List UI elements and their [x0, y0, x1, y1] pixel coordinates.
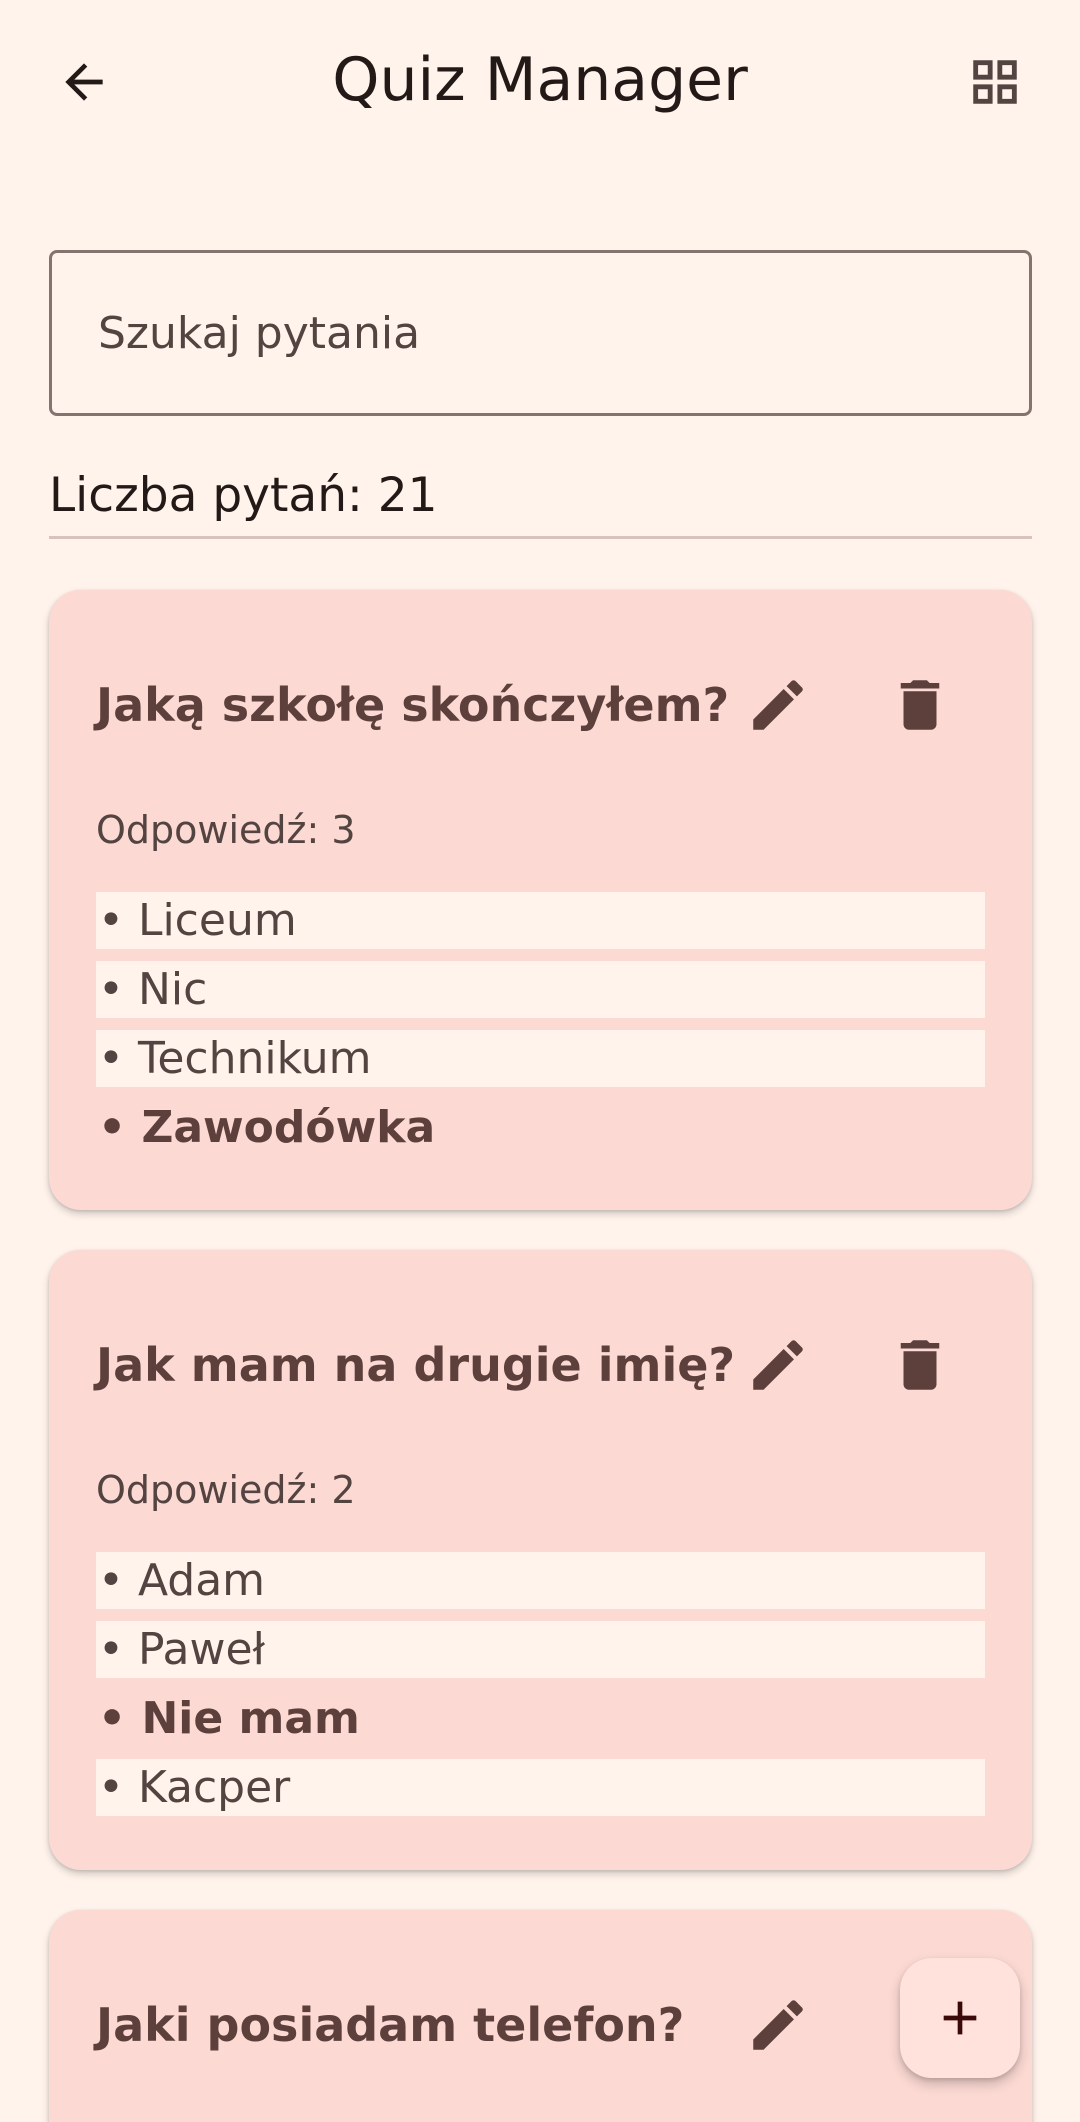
search-input[interactable]: [52, 253, 1029, 413]
option-item: • Kacper: [96, 1759, 985, 1816]
edit-button[interactable]: [733, 1980, 823, 2070]
question-count: Liczba pytań: 21: [49, 468, 438, 523]
edit-button[interactable]: [733, 1320, 823, 1410]
trash-icon: [900, 1340, 940, 1390]
correct-option-item: • Nie mam: [98, 1693, 360, 1744]
grid-view-icon: [973, 60, 1017, 104]
question-card: Jaką szkołę skończyłem? Odpowiedź: 3 • L…: [49, 590, 1032, 1210]
question-card: Jaki posiadam telefon?: [49, 1910, 1032, 2122]
edit-button[interactable]: [733, 660, 823, 750]
options-list: • Adam • Paweł • Nie mam • Kacper: [96, 1552, 985, 1828]
search-field[interactable]: [49, 250, 1032, 416]
divider: [49, 536, 1032, 539]
delete-button[interactable]: [875, 660, 965, 750]
delete-button[interactable]: [875, 1320, 965, 1410]
pencil-icon: [753, 680, 803, 730]
answer-label: Odpowiedź: 3: [96, 808, 356, 852]
option-item: • Technikum: [96, 1030, 985, 1087]
pencil-icon: [753, 1340, 803, 1390]
option-item: • Nic: [96, 961, 985, 1018]
option-item: • Paweł: [96, 1621, 985, 1678]
question-title: Jak mam na drugie imię?: [96, 1338, 736, 1392]
answer-label: Odpowiedź: 2: [96, 1468, 356, 1512]
option-item: • Adam: [96, 1552, 985, 1609]
option-item: • Liceum: [96, 892, 985, 949]
add-icon: [943, 2001, 977, 2035]
add-question-button[interactable]: [900, 1958, 1020, 2078]
correct-option-item: • Zawodówka: [98, 1102, 436, 1153]
question-title: Jaką szkołę skończyłem?: [96, 678, 730, 732]
question-card: Jak mam na drugie imię? Odpowiedź: 2 • A…: [49, 1250, 1032, 1870]
question-title: Jaki posiadam telefon?: [96, 1998, 685, 2052]
trash-icon: [900, 680, 940, 730]
top-app-bar: Quiz Manager: [0, 0, 1080, 162]
page-title: Quiz Manager: [332, 45, 748, 115]
grid-view-button[interactable]: [955, 42, 1035, 122]
options-list: • Liceum • Nic • Technikum • Zawodówka: [96, 892, 985, 1168]
pencil-icon: [753, 2000, 803, 2050]
